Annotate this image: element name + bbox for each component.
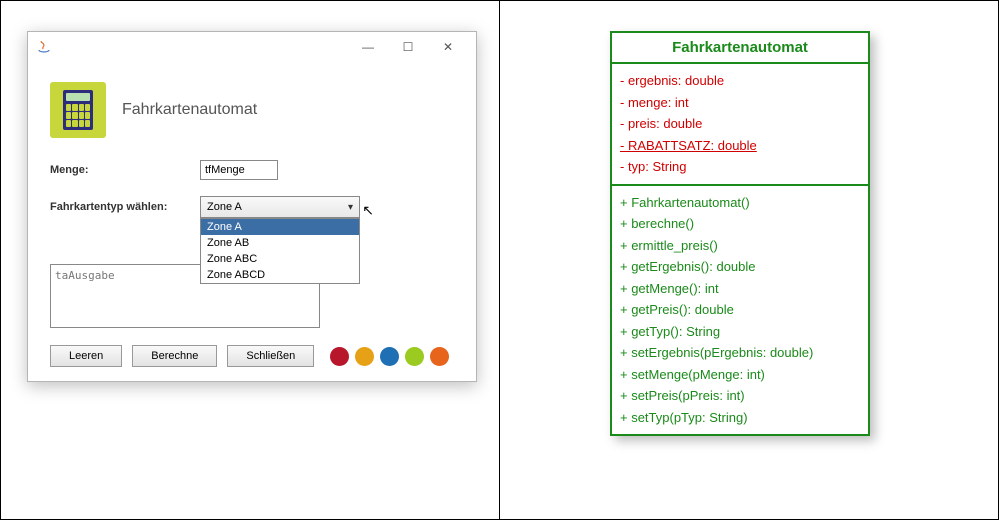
uml-method: + ermittle_preis() [620,235,860,257]
typ-combobox[interactable]: Zone A ▾ [200,196,360,218]
uml-attributes: - ergebnis: double- menge: int- preis: d… [612,64,868,184]
dot-amber [355,347,374,366]
uml-method: + getErgebnis(): double [620,256,860,278]
uml-attribute: - RABATTSATZ: double [620,135,860,157]
combo-option-zone-a[interactable]: Zone A [201,219,359,235]
close-window-button[interactable]: ✕ [428,33,468,61]
calculator-icon [50,82,106,138]
minimize-button[interactable]: — [348,33,388,61]
uml-method: + setMenge(pMenge: int) [620,364,860,386]
close-icon: ✕ [443,40,453,54]
uml-method: + getPreis(): double [620,299,860,321]
uml-class-box: Fahrkartenautomat - ergebnis: double- me… [610,31,870,436]
combo-option-zone-ab[interactable]: Zone AB [201,235,359,251]
titlebar[interactable]: — ☐ ✕ [28,32,476,62]
uml-attribute: - ergebnis: double [620,70,860,92]
java-icon [36,39,52,55]
calculate-button[interactable]: Berechne [132,345,217,367]
dot-lime [405,347,424,366]
uml-class-name: Fahrkartenautomat [612,33,868,64]
maximize-button[interactable]: ☐ [388,33,428,61]
uml-attribute: - menge: int [620,92,860,114]
app-window: — ☐ ✕ Fahrkartenautomat Menge [27,31,477,382]
uml-method: + Fahrkartenautomat() [620,192,860,214]
left-panel: 25 public class Hauptfenste — ☐ ✕ [0,0,499,520]
app-title: Fahrkartenautomat [122,101,257,119]
status-dots [330,347,449,366]
uml-method: + getTyp(): String [620,321,860,343]
dot-blue [380,347,399,366]
menge-input[interactable] [200,160,278,180]
uml-method: + setPreis(pPreis: int) [620,385,860,407]
typ-dropdown-list: Zone A Zone AB Zone ABC Zone ABCD [200,218,360,284]
chevron-down-icon: ▾ [348,202,353,213]
close-button[interactable]: Schließen [227,345,314,367]
uml-methods: + Fahrkartenautomat()+ berechne()+ ermit… [612,184,868,435]
mouse-cursor-icon: ↖ [362,202,374,219]
uml-attribute: - preis: double [620,113,860,135]
uml-attribute: - typ: String [620,156,860,178]
maximize-icon: ☐ [403,40,414,54]
dot-orange [430,347,449,366]
typ-label: Fahrkartentyp wählen: [50,201,190,213]
uml-method: + setTyp(pTyp: String) [620,407,860,429]
combo-option-zone-abc[interactable]: Zone ABC [201,251,359,267]
uml-method: + getMenge(): int [620,278,860,300]
dot-red [330,347,349,366]
combo-selected-text: Zone A [207,201,242,213]
combo-option-zone-abcd[interactable]: Zone ABCD [201,267,359,283]
clear-button[interactable]: Leeren [50,345,122,367]
menge-label: Menge: [50,164,190,176]
uml-method: + berechne() [620,213,860,235]
minimize-icon: — [362,40,374,54]
uml-method: + setErgebnis(pErgebnis: double) [620,342,860,364]
right-panel: Fahrkartenautomat - ergebnis: double- me… [499,0,999,520]
